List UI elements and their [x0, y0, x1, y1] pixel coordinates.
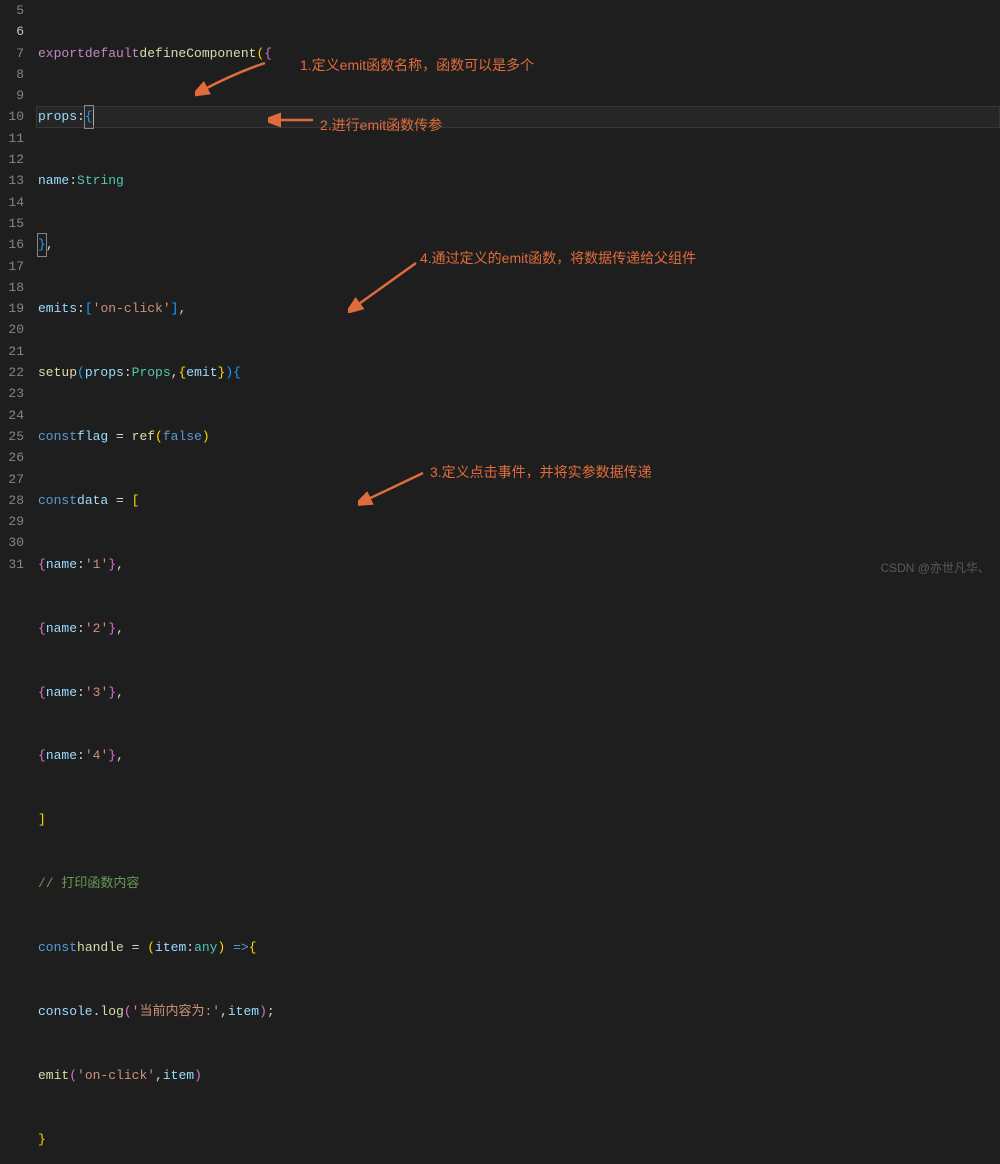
line-num: 14 — [8, 192, 24, 213]
code-line[interactable]: } — [38, 1129, 1000, 1150]
line-num: 9 — [8, 85, 24, 106]
line-num: 10 — [8, 106, 24, 127]
line-num: 5 — [8, 0, 24, 21]
code-line[interactable]: {name:'3'}, — [38, 682, 1000, 703]
code-line[interactable]: ] — [38, 809, 1000, 830]
line-num: 16 — [8, 234, 24, 255]
line-num: 30 — [8, 532, 24, 553]
code-line[interactable]: emit('on-click',item) — [38, 1065, 1000, 1086]
code-editor[interactable]: 5 6 7 8 9 10 11 12 13 14 15 16 17 18 19 … — [0, 0, 1000, 582]
line-num: 22 — [8, 362, 24, 383]
line-num: 8 — [8, 64, 24, 85]
code-line-current[interactable]: props:{ — [36, 106, 1000, 127]
code-line[interactable]: const handle = (item:any) =>{ — [38, 937, 1000, 958]
code-line[interactable]: const data = [ — [38, 490, 1000, 511]
code-line[interactable]: const flag = ref(false) — [38, 426, 1000, 447]
code-area[interactable]: export default defineComponent({ props:{… — [36, 0, 1000, 582]
line-gutter: 5 6 7 8 9 10 11 12 13 14 15 16 17 18 19 … — [0, 0, 36, 582]
line-num: 28 — [8, 490, 24, 511]
code-line[interactable]: emits:['on-click'], — [38, 298, 1000, 319]
code-line[interactable]: setup(props:Props,{emit}){ — [38, 362, 1000, 383]
watermark: CSDN @亦世凡华、 — [880, 559, 990, 576]
line-num: 26 — [8, 447, 24, 468]
line-num: 15 — [8, 213, 24, 234]
code-line[interactable]: console.log('当前内容为:',item); — [38, 1001, 1000, 1022]
line-num: 21 — [8, 341, 24, 362]
line-num: 31 — [8, 554, 24, 575]
code-line[interactable]: name:String — [38, 170, 1000, 191]
text-cursor — [93, 109, 94, 125]
line-num: 13 — [8, 170, 24, 191]
code-line[interactable]: {name:'2'}, — [38, 618, 1000, 639]
line-num: 18 — [8, 277, 24, 298]
line-num: 29 — [8, 511, 24, 532]
line-num-current: 6 — [8, 21, 24, 42]
line-num: 20 — [8, 319, 24, 340]
line-num: 7 — [8, 43, 24, 64]
line-num: 19 — [8, 298, 24, 319]
line-num: 24 — [8, 405, 24, 426]
code-line[interactable]: // 打印函数内容 — [38, 873, 1000, 894]
code-line[interactable]: {name:'1'}, — [38, 554, 1000, 575]
code-line[interactable]: {name:'4'}, — [38, 745, 1000, 766]
line-num: 17 — [8, 256, 24, 277]
line-num: 25 — [8, 426, 24, 447]
code-line[interactable]: }, — [38, 234, 1000, 255]
line-num: 12 — [8, 149, 24, 170]
code-line[interactable]: export default defineComponent({ — [38, 43, 1000, 64]
line-num: 27 — [8, 469, 24, 490]
line-num: 23 — [8, 383, 24, 404]
line-num: 11 — [8, 128, 24, 149]
